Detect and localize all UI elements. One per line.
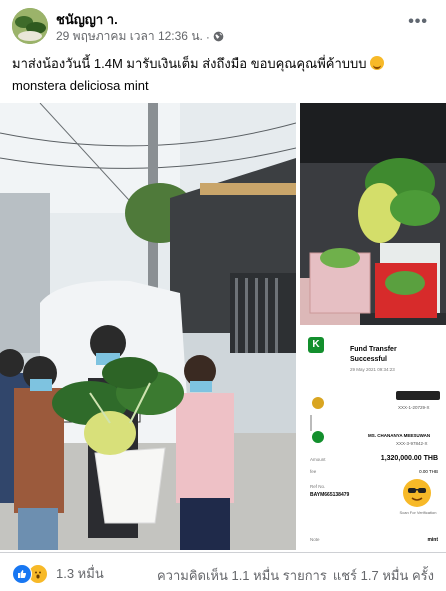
engagement-stats: ความคิดเห็น 1.1 หมื่น รายการ แชร์ 1.7 หม… [157, 565, 434, 586]
post-meta: 29 พฤษภาคม เวลา 12:36 น. · [56, 27, 224, 46]
bank-icon-2 [312, 431, 324, 443]
globe-icon[interactable] [213, 31, 224, 42]
caption-line-1: มาส่งน้องวันนี้ 1.4M มารับเงินเต็ม ส่งถึ… [12, 53, 437, 75]
from-account: XXX-1-20729-X [398, 405, 430, 410]
photo-grid: K Fund Transfer Successful 29 May 2021 0… [0, 103, 446, 550]
photo-group-with-plant[interactable] [0, 103, 296, 550]
redacted-bar [396, 391, 440, 400]
receipt-status: Successful [350, 356, 387, 363]
amount-label: Amount [310, 457, 326, 462]
shares-count[interactable]: แชร์ 1.7 หมื่น ครั้ง [333, 565, 434, 586]
receipt-date: 29 May 2021 09:34:23 [350, 367, 395, 372]
caption-text: มาส่งน้องวันนี้ 1.4M มารับเงินเต็ม ส่งถึ… [12, 56, 367, 71]
reactions[interactable]: 1.3 หมื่น [12, 563, 104, 584]
receipt-fee: 0.00 THB [419, 469, 438, 474]
avatar[interactable] [12, 8, 48, 44]
kbank-logo: K [308, 337, 324, 353]
more-icon[interactable]: ••• [408, 13, 428, 31]
caption-line-2: monstera deliciosa mint [12, 78, 149, 93]
post-caption: มาส่งน้องวันนี้ 1.4M มารับเงินเต็ม ส่งถึ… [12, 53, 437, 97]
bank-icon [312, 397, 324, 409]
post-header: ชนัญญา า. 29 พฤษภาคม เวลา 12:36 น. · ••• [0, 0, 446, 48]
verify-label: Scan For Verification [399, 510, 437, 515]
post-footer: 1.3 หมื่น ความคิดเห็น 1.1 หมื่น รายการ แ… [0, 552, 446, 591]
post-timestamp[interactable]: 29 พฤษภาคม เวลา 12:36 น. [56, 27, 203, 46]
photo-transfer-receipt[interactable]: K Fund Transfer Successful 29 May 2021 0… [300, 329, 446, 550]
fee-label: fee [310, 469, 317, 474]
photo-plants-in-car[interactable] [300, 103, 446, 325]
receipt-amount: 1,320,000.00 THB [380, 455, 438, 462]
ref-label: Ref No. [310, 484, 326, 489]
note-label: Note [310, 537, 320, 542]
sunglasses-emoji-icon [403, 479, 431, 507]
note-value: mint [427, 537, 438, 543]
like-icon [12, 563, 32, 584]
ref-number: BAYM665138479 [310, 492, 350, 498]
meta-separator: · [205, 29, 210, 44]
receipt-title: Fund Transfer [350, 346, 397, 353]
flow-divider [310, 415, 312, 431]
comments-count[interactable]: ความคิดเห็น 1.1 หมื่น รายการ [157, 565, 327, 586]
to-name: MS. CHANANYA MEESUWAN [368, 433, 431, 438]
reaction-count[interactable]: 1.3 หมื่น [56, 563, 104, 584]
smiling-face-with-hearts-emoji [370, 56, 385, 70]
to-account: XXX-3-97842-X [396, 441, 428, 446]
